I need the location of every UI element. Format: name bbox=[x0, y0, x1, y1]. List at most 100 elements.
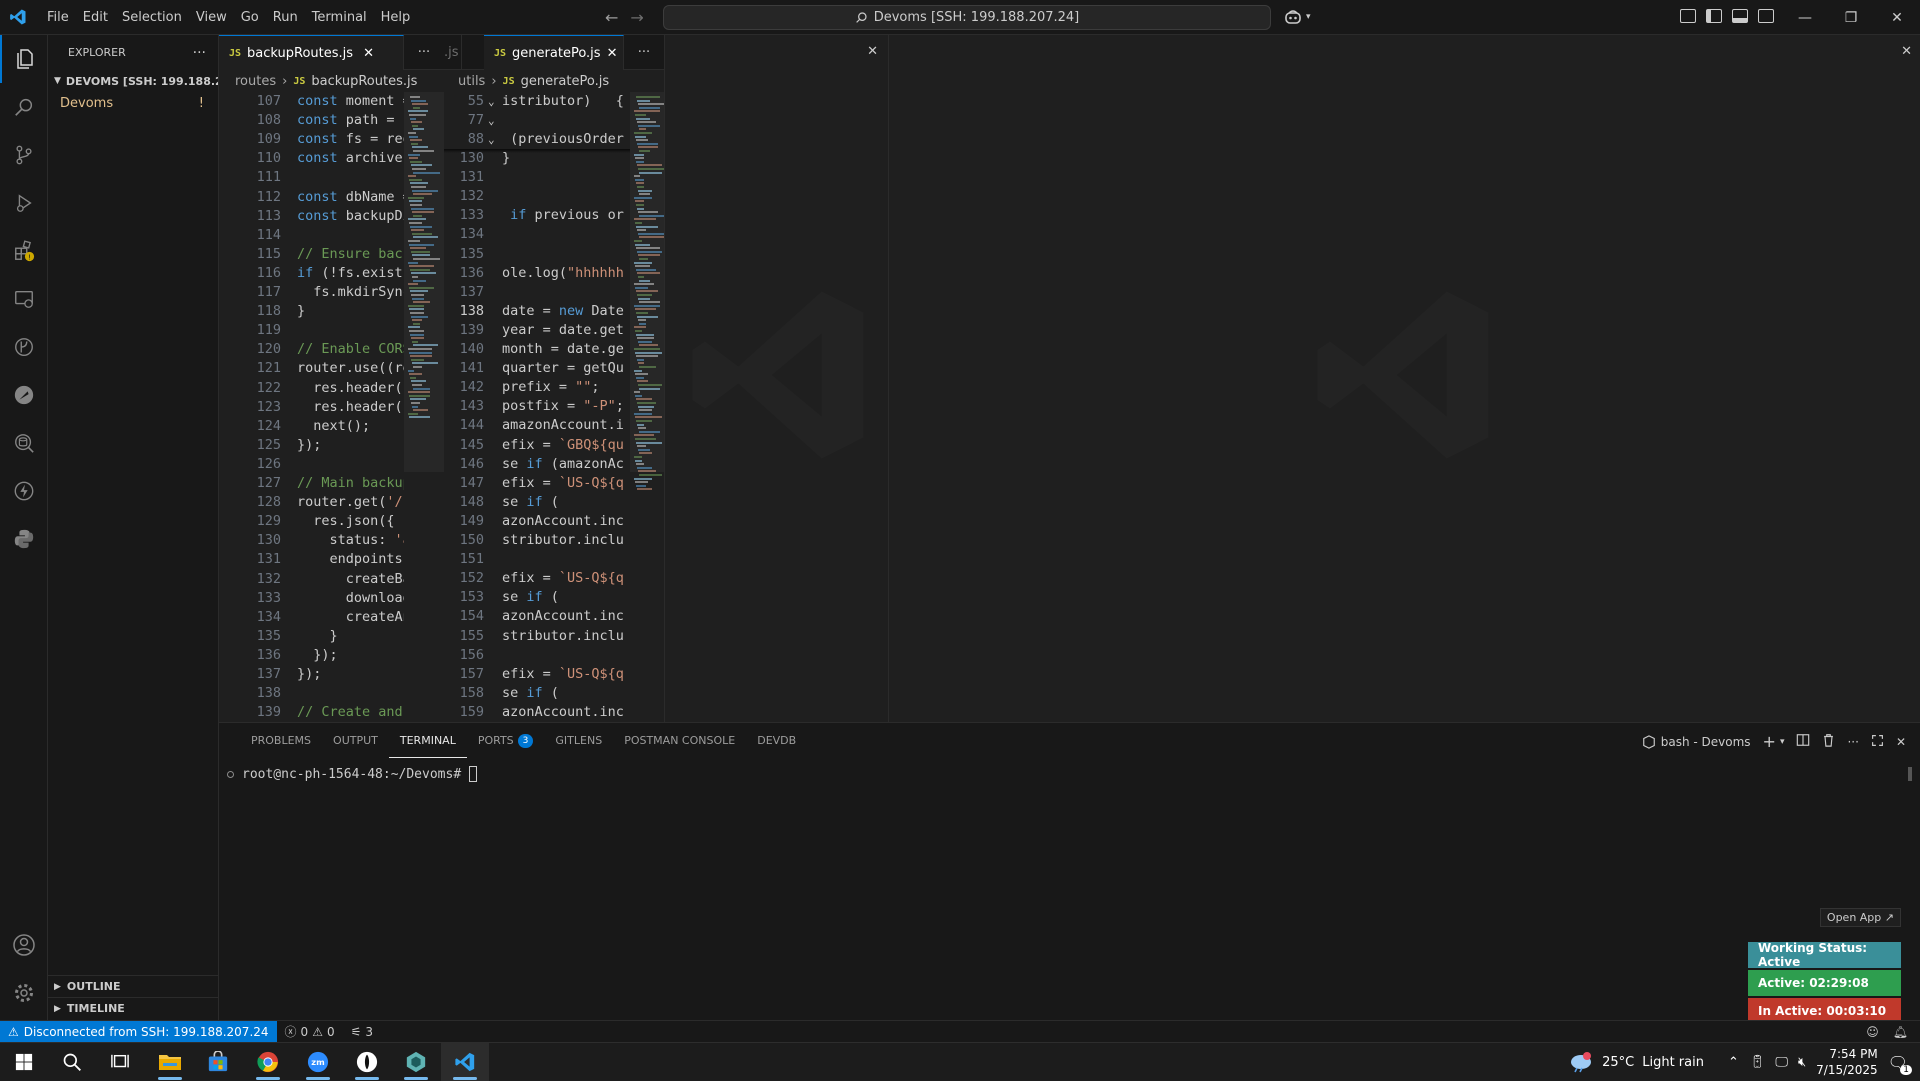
zoom-icon[interactable]: zm bbox=[294, 1043, 342, 1081]
maximize-panel-icon[interactable] bbox=[1871, 734, 1884, 750]
tab-generate-po[interactable]: JS generatePo.js ✕ bbox=[484, 35, 624, 70]
minimap-slider[interactable] bbox=[630, 92, 664, 472]
dev-tool-app-icon[interactable] bbox=[392, 1043, 440, 1081]
toggle-panel-icon[interactable] bbox=[1732, 9, 1748, 23]
panel-tab-output[interactable]: OUTPUT bbox=[322, 723, 389, 758]
battery-charging-icon[interactable]: 🔋︎ bbox=[1749, 1055, 1766, 1070]
command-center-search[interactable]: Devoms [SSH: 199.188.207.24] bbox=[663, 5, 1271, 30]
new-terminal-plus-icon[interactable]: + bbox=[1763, 732, 1776, 751]
chevron-up-icon[interactable]: ⌃ bbox=[1728, 1055, 1739, 1070]
menu-run[interactable]: Run bbox=[266, 0, 305, 35]
line-number: 112 bbox=[256, 188, 281, 205]
panel-tab-gitlens[interactable]: GITLENS bbox=[544, 723, 613, 758]
folder-item-devoms[interactable]: Devoms ! bbox=[48, 92, 218, 114]
close-group-icon[interactable]: ✕ bbox=[1901, 44, 1912, 59]
problems-status[interactable]: ⓧ 0 ⚠ 0 bbox=[277, 1023, 343, 1040]
breadcrumb-file[interactable]: generatePo.js bbox=[521, 74, 610, 89]
weather-widget[interactable]: 25°C Light rain bbox=[1568, 1051, 1704, 1073]
manage-gear-icon[interactable] bbox=[0, 969, 48, 1017]
close-panel-icon[interactable]: ✕ bbox=[1896, 735, 1906, 749]
forward-arrow-icon[interactable]: → bbox=[630, 8, 643, 27]
network-icon[interactable]: 🖵︎ bbox=[1775, 1055, 1788, 1070]
chevron-down-icon[interactable]: ▾ bbox=[1780, 737, 1785, 747]
more-actions-icon[interactable]: ··· bbox=[1847, 735, 1858, 749]
thunder-client-icon[interactable] bbox=[0, 467, 48, 515]
timeline-section[interactable]: ▶ TIMELINE bbox=[48, 997, 219, 1019]
fold-chevron-icon[interactable]: ⌄ bbox=[488, 92, 495, 111]
copilot-status-icon[interactable]: ☺ bbox=[1866, 1025, 1879, 1039]
extensions-icon[interactable]: ! bbox=[0, 227, 48, 275]
tab-backup-routes[interactable]: JS backupRoutes.js ✕ bbox=[219, 35, 404, 70]
run-debug-icon[interactable] bbox=[0, 179, 48, 227]
breadcrumb-folder[interactable]: utils bbox=[458, 74, 485, 89]
chrome-icon[interactable] bbox=[244, 1043, 292, 1081]
python-icon[interactable] bbox=[0, 515, 48, 563]
copilot-button[interactable]: ▾ bbox=[1284, 9, 1311, 25]
panel-tab-terminal[interactable]: TERMINAL bbox=[388, 723, 467, 758]
menu-terminal[interactable]: Terminal bbox=[305, 0, 374, 35]
file-explorer-icon[interactable] bbox=[146, 1043, 194, 1081]
remote-status-button[interactable]: ⚠ Disconnected from SSH: 199.188.207.24 bbox=[0, 1020, 277, 1043]
toggle-primary-sidebar-icon[interactable] bbox=[1706, 9, 1722, 23]
time-tracker-app-icon[interactable] bbox=[343, 1043, 391, 1081]
menu-edit[interactable]: Edit bbox=[76, 0, 115, 35]
remote-explorer-icon[interactable] bbox=[0, 275, 48, 323]
close-tab-icon[interactable]: ✕ bbox=[607, 46, 618, 61]
menu-help[interactable]: Help bbox=[374, 0, 418, 35]
editor1-minimap[interactable] bbox=[404, 92, 444, 722]
database-search-icon[interactable] bbox=[0, 419, 48, 467]
terminal-output[interactable]: root@nc-ph-1564-48:~/Devoms# bbox=[227, 766, 478, 782]
terminal-scrollbar[interactable] bbox=[1908, 767, 1912, 781]
minimize-icon[interactable]: — bbox=[1782, 0, 1828, 35]
workspace-root[interactable]: ▼ DEVOMS [SSH: 199.188.20... bbox=[48, 70, 218, 92]
ports-status[interactable]: ⚟ 3 bbox=[343, 1025, 381, 1039]
vscode-taskbar-icon[interactable] bbox=[441, 1043, 489, 1081]
open-app-button[interactable]: Open App ↗ bbox=[1819, 908, 1901, 927]
clock[interactable]: 7:54 PM 7/15/2025 bbox=[1816, 1046, 1878, 1078]
line-number: 77 bbox=[467, 112, 484, 128]
explorer-icon[interactable] bbox=[0, 35, 48, 83]
close-icon[interactable]: ✕ bbox=[1874, 0, 1920, 35]
close-group-icon[interactable]: ✕ bbox=[867, 44, 878, 59]
outline-section[interactable]: ▶ OUTLINE bbox=[48, 975, 219, 997]
microsoft-store-icon[interactable] bbox=[194, 1043, 242, 1081]
editor2-more-actions-icon[interactable]: ··· bbox=[624, 35, 664, 69]
windows-start-icon[interactable] bbox=[0, 1043, 48, 1081]
postman-icon[interactable] bbox=[0, 371, 48, 419]
line-number: 115 bbox=[256, 245, 281, 262]
split-terminal-icon[interactable] bbox=[1796, 733, 1810, 750]
accounts-icon[interactable] bbox=[0, 921, 48, 969]
menu-view[interactable]: View bbox=[189, 0, 234, 35]
tab-partial[interactable]: .js bbox=[444, 35, 462, 70]
volume-muted-icon[interactable]: 🔇︎ bbox=[1798, 1055, 1806, 1070]
fold-chevron-icon[interactable]: ⌄ bbox=[488, 111, 495, 130]
menu-file[interactable]: File bbox=[40, 0, 76, 35]
restore-icon[interactable]: ❐ bbox=[1828, 0, 1874, 35]
breadcrumb-folder[interactable]: routes bbox=[235, 74, 276, 89]
panel-tab-postman-console[interactable]: POSTMAN CONSOLE bbox=[613, 723, 746, 758]
taskbar-search-icon[interactable] bbox=[48, 1043, 96, 1081]
menu-go[interactable]: Go bbox=[234, 0, 266, 35]
menu-selection[interactable]: Selection bbox=[115, 0, 189, 35]
task-view-icon[interactable] bbox=[96, 1043, 144, 1081]
notification-center-icon[interactable]: 🗨︎ 1 bbox=[1888, 1053, 1912, 1075]
kill-terminal-trash-icon[interactable] bbox=[1822, 733, 1835, 750]
editor2-minimap[interactable] bbox=[630, 92, 664, 722]
gitlens-icon[interactable] bbox=[0, 323, 48, 371]
panel-tab-devdb[interactable]: DEVDB bbox=[746, 723, 807, 758]
fold-chevron-icon[interactable]: ⌄ bbox=[488, 130, 495, 149]
source-control-icon[interactable] bbox=[0, 131, 48, 179]
breadcrumb-file[interactable]: backupRoutes.js bbox=[311, 74, 417, 89]
close-tab-icon[interactable]: ✕ bbox=[363, 46, 374, 61]
panel-tab-problems[interactable]: PROBLEMS bbox=[240, 723, 322, 758]
more-actions-icon[interactable]: ··· bbox=[193, 45, 206, 61]
notifications-bell-icon[interactable]: 🔔︎ bbox=[1893, 1025, 1908, 1039]
customize-layout-icon[interactable] bbox=[1680, 9, 1696, 23]
panel-tab-ports[interactable]: PORTS 3 bbox=[467, 723, 545, 758]
toggle-secondary-sidebar-icon[interactable] bbox=[1758, 9, 1774, 23]
search-view-icon[interactable] bbox=[0, 83, 48, 131]
terminal-selector[interactable]: bash - Devoms bbox=[1642, 735, 1751, 749]
minimap-slider[interactable] bbox=[404, 92, 444, 472]
back-arrow-icon[interactable]: ← bbox=[605, 8, 618, 27]
editor1-more-actions-icon[interactable]: ··· bbox=[404, 35, 444, 69]
